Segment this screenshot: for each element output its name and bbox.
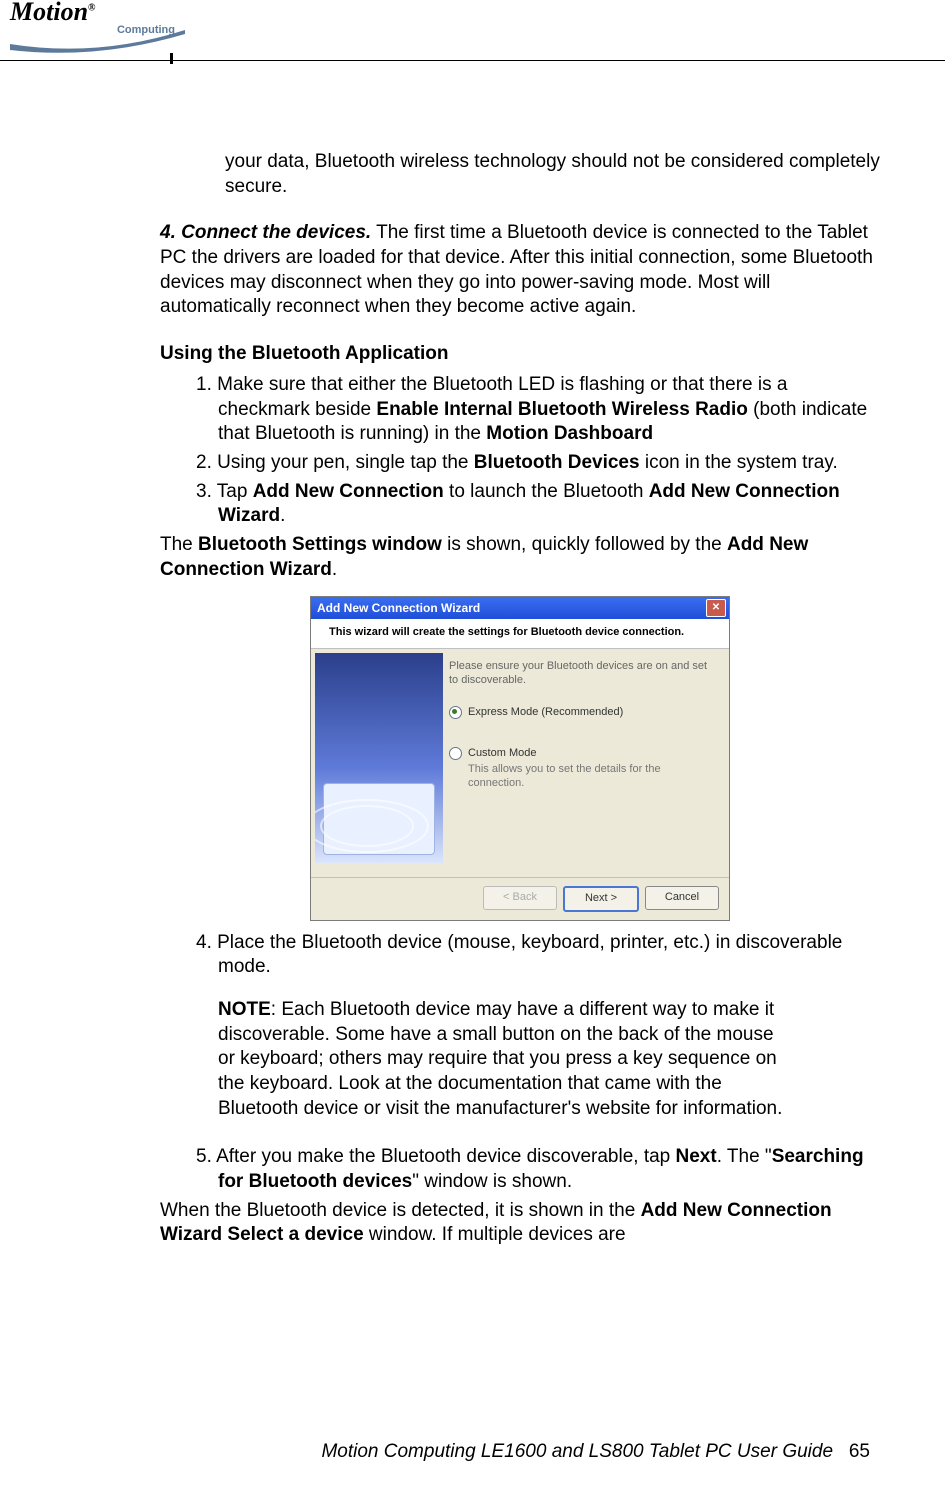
- bold-term: Bluetooth Devices: [474, 452, 640, 473]
- text: window. If multiple devices are: [364, 1224, 626, 1245]
- custom-mode-radio[interactable]: Custom Mode This allows you to set the d…: [449, 746, 719, 791]
- step-4: 4. Place the Bluetooth device (mouse, ke…: [160, 931, 880, 980]
- text: .: [332, 559, 337, 580]
- step-1: 1. Make sure that either the Bluetooth L…: [160, 373, 880, 447]
- swoosh-icon: [10, 30, 185, 58]
- step-number: 3.: [196, 481, 217, 502]
- radio-label: Express Mode (Recommended): [468, 705, 623, 719]
- bold-term: Add New Connection: [253, 481, 444, 502]
- next-button[interactable]: Next >: [563, 886, 639, 912]
- step-text: Tap: [217, 481, 253, 502]
- page-number: 65: [849, 1441, 870, 1462]
- footer-title: Motion Computing LE1600 and LS800 Tablet…: [321, 1441, 833, 1462]
- wizard-title-text: Add New Connection Wizard: [317, 601, 480, 617]
- express-mode-radio[interactable]: Express Mode (Recommended): [449, 705, 719, 719]
- steps-list-continued-2: 5. After you make the Bluetooth device d…: [160, 1145, 880, 1194]
- wizard-subtitle: This wizard will create the settings for…: [311, 619, 729, 648]
- radio-selected-icon: [449, 706, 462, 719]
- page-header: Motion® Computing: [0, 0, 945, 55]
- note-block: NOTE: Each Bluetooth device may have a d…: [160, 984, 880, 1139]
- step-text: Place the Bluetooth device (mouse, keybo…: [217, 932, 842, 978]
- back-button: < Back: [483, 886, 557, 910]
- step-text: Using your pen, single tap the: [217, 452, 474, 473]
- radio-unselected-icon: [449, 747, 462, 760]
- text: is shown, quickly followed by the: [442, 534, 727, 555]
- step-text: . The ": [717, 1146, 772, 1167]
- text: When the Bluetooth device is detected, i…: [160, 1200, 641, 1221]
- step-number: 2.: [196, 452, 217, 473]
- wizard-window: Add New Connection Wizard ✕ This wizard …: [310, 596, 730, 920]
- step-text: After you make the Bluetooth device disc…: [216, 1146, 675, 1167]
- wizard-titlebar: Add New Connection Wizard ✕: [311, 597, 729, 619]
- step-2: 2. Using your pen, single tap the Blueto…: [160, 451, 880, 476]
- step-text: " window is shown.: [412, 1171, 572, 1192]
- steps-list: 1. Make sure that either the Bluetooth L…: [160, 373, 880, 529]
- step-number: 5.: [196, 1146, 216, 1167]
- bold-term: Motion Dashboard: [486, 423, 653, 444]
- step-4-lead: 4. Connect the devices.: [160, 222, 371, 243]
- header-joiner: [170, 53, 173, 64]
- step-text: icon in the system tray.: [640, 452, 838, 473]
- page-content: your data, Bluetooth wireless technology…: [0, 55, 945, 1248]
- cancel-button[interactable]: Cancel: [645, 886, 719, 910]
- brand-word: Motion: [10, 0, 88, 26]
- wizard-buttons: < Back Next > Cancel: [311, 877, 729, 920]
- continuation-paragraph: your data, Bluetooth wireless technology…: [225, 150, 880, 199]
- step-5: 5. After you make the Bluetooth device d…: [160, 1145, 880, 1194]
- wizard-options: Please ensure your Bluetooth devices are…: [447, 653, 725, 873]
- section-heading: Using the Bluetooth Application: [160, 342, 880, 367]
- after-steps-paragraph: The Bluetooth Settings window is shown, …: [160, 533, 880, 582]
- text: The: [160, 534, 198, 555]
- signal-ring-icon: [320, 805, 414, 847]
- bold-term: Next: [676, 1146, 717, 1167]
- step-number: 1.: [196, 374, 217, 395]
- page-footer: Motion Computing LE1600 and LS800 Tablet…: [321, 1440, 870, 1465]
- bold-term: Enable Internal Bluetooth Wireless Radio: [376, 399, 747, 420]
- note-lead: NOTE: [218, 999, 271, 1020]
- registered-icon: ®: [88, 2, 95, 13]
- radio-sublabel: This allows you to set the details for t…: [468, 762, 719, 791]
- header-rule: [0, 60, 945, 61]
- step-text: to launch the Bluetooth: [444, 481, 649, 502]
- step-number: 4.: [196, 932, 217, 953]
- closing-paragraph: When the Bluetooth device is detected, i…: [160, 1199, 880, 1248]
- brand-logo: Motion® Computing: [10, 0, 175, 52]
- step-text: .: [280, 505, 285, 526]
- wizard-instruction: Please ensure your Bluetooth devices are…: [449, 659, 719, 688]
- steps-list-continued: 4. Place the Bluetooth device (mouse, ke…: [160, 931, 880, 980]
- wizard-figure: Add New Connection Wizard ✕ This wizard …: [160, 596, 880, 920]
- wizard-body: Please ensure your Bluetooth devices are…: [311, 649, 729, 877]
- step-3: 3. Tap Add New Connection to launch the …: [160, 480, 880, 529]
- step-4-paragraph: 4. Connect the devices. The first time a…: [160, 221, 880, 320]
- note-text: : Each Bluetooth device may have a diffe…: [218, 999, 782, 1119]
- document-page: Motion® Computing your data, Bluetooth w…: [0, 0, 945, 1491]
- wizard-illustration: [315, 653, 443, 863]
- radio-label: Custom Mode: [468, 747, 536, 759]
- bold-term: Bluetooth Settings window: [198, 534, 442, 555]
- close-icon[interactable]: ✕: [706, 599, 726, 617]
